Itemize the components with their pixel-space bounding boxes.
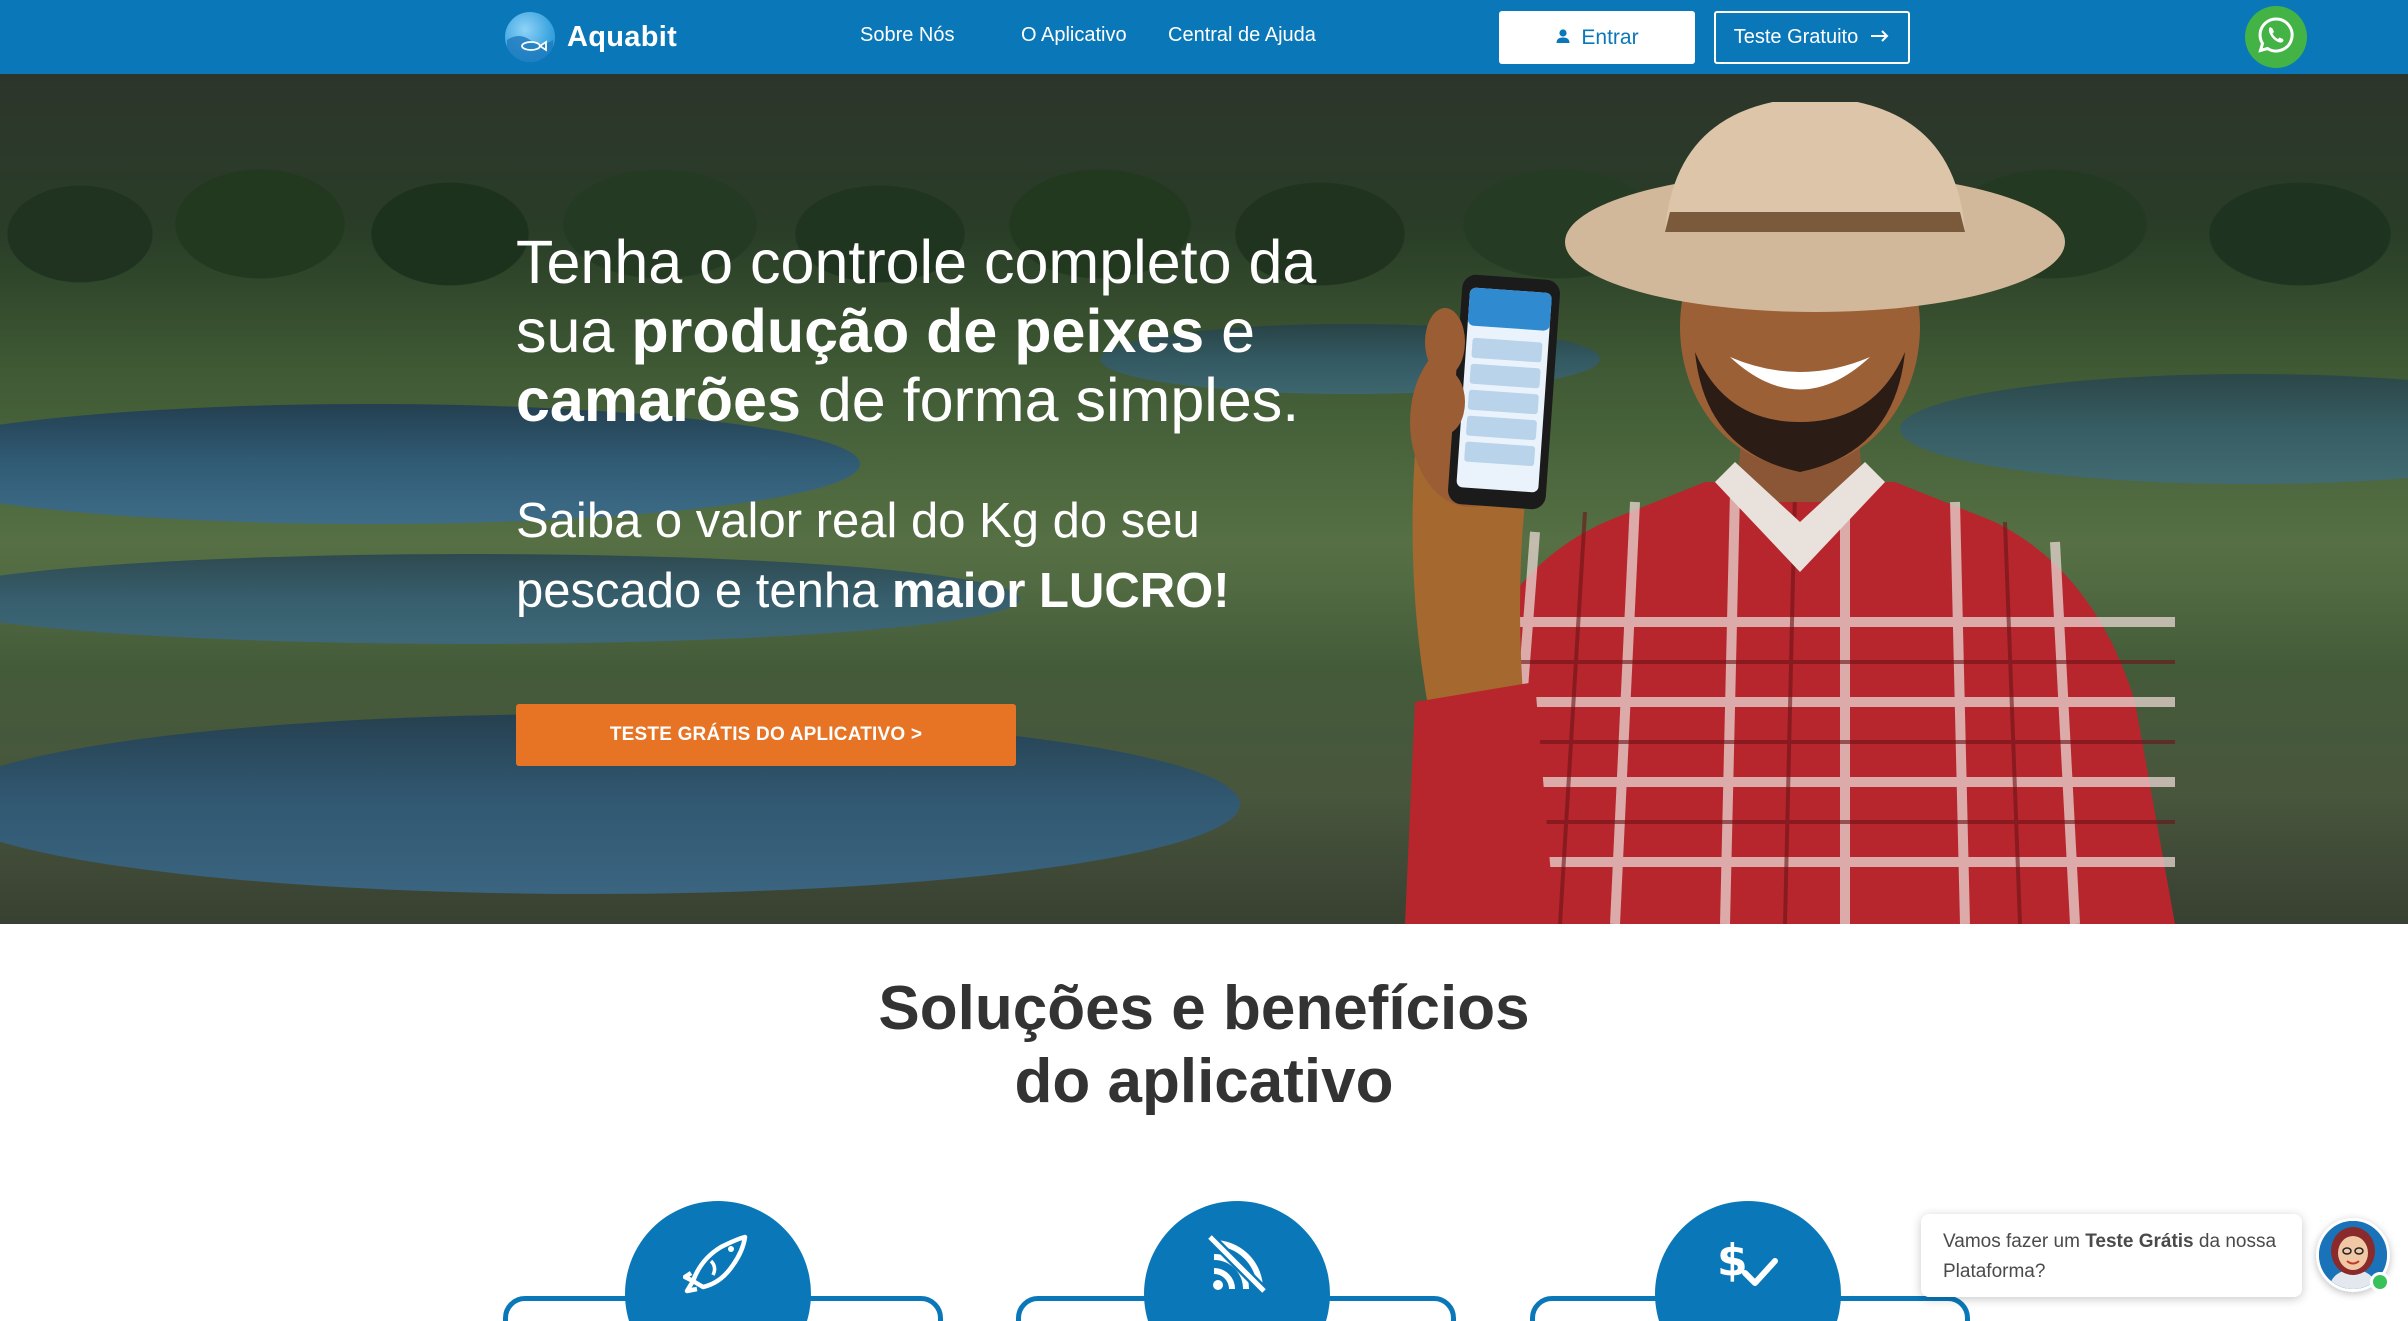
login-button[interactable]: Entrar <box>1499 11 1695 64</box>
dollar-check-icon: $ <box>1713 1229 1783 1321</box>
no-signal-icon <box>1202 1229 1272 1321</box>
hero-subtitle-highlight: maior LUCRO! <box>891 564 1230 618</box>
user-icon <box>1555 26 1571 50</box>
free-trial-button[interactable]: Teste Gratuito <box>1714 11 1910 64</box>
cta-free-trial-button[interactable]: TESTE GRÁTIS DO APLICATIVO > <box>516 704 1016 766</box>
logo[interactable]: Aquabit <box>505 11 677 63</box>
hero-title-highlight: camarões <box>516 366 801 434</box>
svg-text:$: $ <box>1717 1235 1748 1286</box>
chat-prompt-text: Vamos fazer um <box>1943 1231 2086 1252</box>
whatsapp-button[interactable] <box>2245 6 2307 68</box>
whatsapp-icon <box>2257 16 2295 59</box>
arrow-right-icon <box>1870 26 1890 49</box>
free-trial-button-label: Teste Gratuito <box>1733 26 1859 48</box>
chat-prompt-highlight: Teste Grátis <box>2085 1231 2194 1252</box>
nav-link-central-de-ajuda[interactable]: Central de Ajuda <box>1168 24 1316 47</box>
hero-title-highlight: produção de peixes <box>631 297 1205 365</box>
logo-text: Aquabit <box>567 20 678 53</box>
hero-section: Tenha o controle completo da sua produçã… <box>0 74 2408 924</box>
aquabit-logo-icon <box>505 12 555 62</box>
fish-icon <box>682 1229 753 1321</box>
section-title-line-1: Soluções e benefícios <box>878 974 1530 1043</box>
hero-title-text: de forma simples. <box>800 366 1300 434</box>
login-button-label: Entrar <box>1581 25 1639 49</box>
hero-title-text: e <box>1204 297 1256 365</box>
hero-subtitle: Saiba o valor real do Kg do seu pescado … <box>516 486 1316 626</box>
nav-link-sobre-nos[interactable]: Sobre Nós <box>860 24 955 47</box>
chat-prompt-bubble[interactable]: Vamos fazer um Teste Grátis da nossa Pla… <box>1921 1214 2302 1297</box>
nav-link-o-aplicativo[interactable]: O Aplicativo <box>1021 24 1127 47</box>
benefit-card-icon-circle <box>1144 1201 1330 1321</box>
section-title: Soluções e benefícios do aplicativo <box>0 972 2408 1118</box>
page: Aquabit Sobre Nós O Aplicativo Central d… <box>0 0 2408 1321</box>
navbar: Aquabit Sobre Nós O Aplicativo Central d… <box>0 0 2408 74</box>
benefit-card-icon-circle: $ <box>1655 1201 1841 1321</box>
section-title-line-2: do aplicativo <box>1014 1047 1394 1116</box>
farmer-holding-phone-image <box>1405 102 2175 924</box>
hero-title: Tenha o controle completo da sua produçã… <box>516 228 1396 435</box>
online-status-indicator <box>2370 1272 2390 1292</box>
benefit-card-icon-circle <box>625 1201 811 1321</box>
